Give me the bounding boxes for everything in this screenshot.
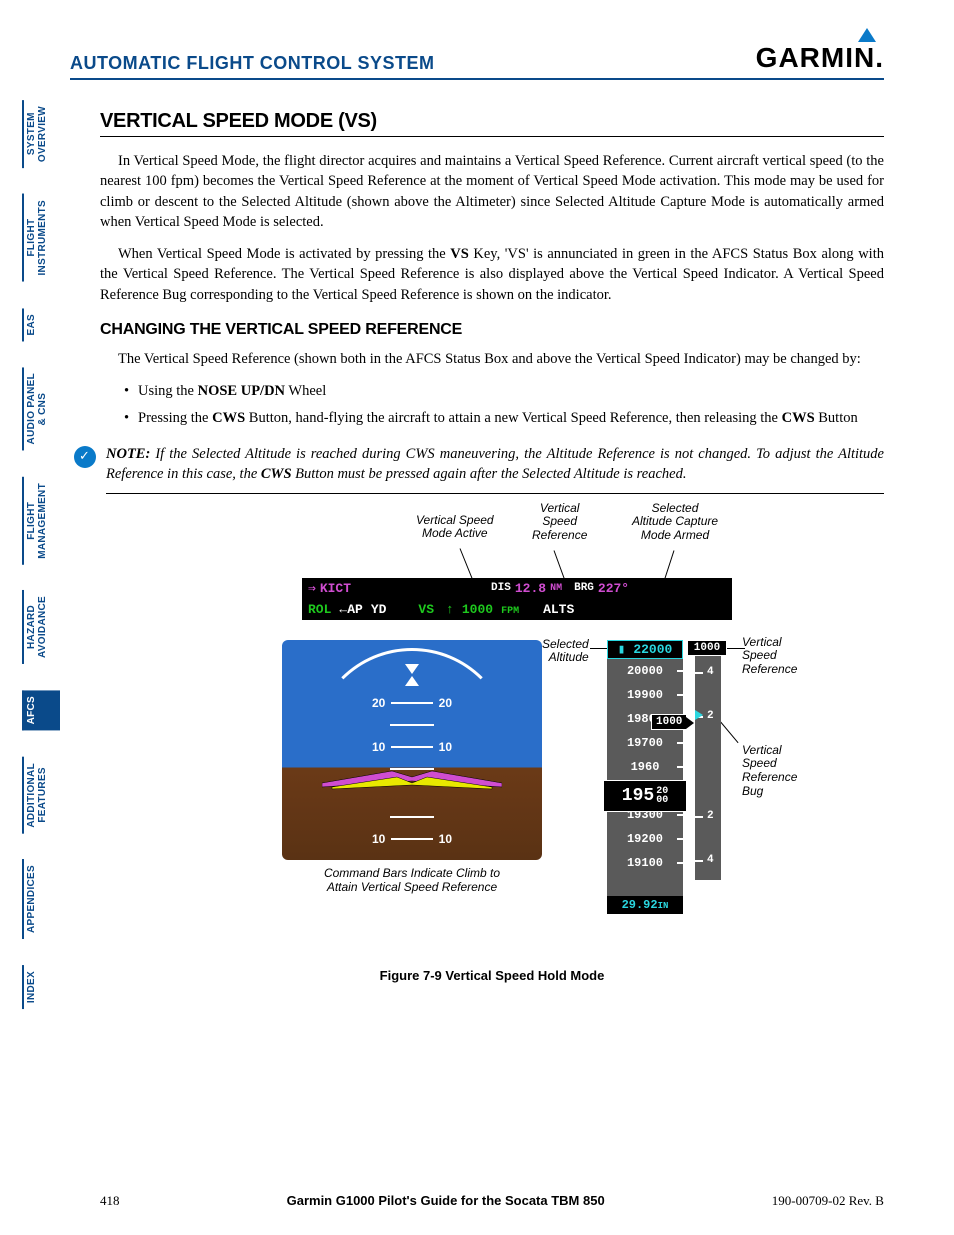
alt-tape-row: 19100 [607,851,683,875]
bullet-cws: Pressing the CWS Button, hand-flying the… [124,408,884,428]
vertical-speed-indicator: 1000 4 2 2 4 1000 [687,640,727,890]
afcs-top-row: ⇒ KICT DIS 12.8NM BRG 227° [302,578,732,599]
callout-vs-mode-active: Vertical SpeedMode Active [416,514,494,542]
page-number: 418 [100,1193,120,1209]
alt-tape-row: 19900 [607,683,683,707]
sidebar-tab[interactable]: FLIGHTINSTRUMENTS [22,194,60,282]
vsi-scale: 4 2 2 4 1000 [695,656,721,880]
figure-caption: Figure 7-9 Vertical Speed Hold Mode [100,968,884,983]
paragraph-3: The Vertical Speed Reference (shown both… [100,349,884,369]
vsi-bug-icon [695,710,703,720]
main-content: VERTICAL SPEED MODE (VS) In Vertical Spe… [100,110,884,983]
sidebar-tab[interactable]: HAZARDAVOIDANCE [22,590,60,664]
sidebar-tab[interactable]: EAS [22,308,60,341]
heading-vs-mode: VERTICAL SPEED MODE (VS) [100,110,884,137]
callout-command-bars: Command Bars Indicate Climb toAttain Ver… [282,866,542,895]
sidebar-tab[interactable]: AUDIO PANEL& CNS [22,367,60,450]
sidebar-tab[interactable]: INDEX [22,965,60,1009]
paragraph-2: When Vertical Speed Mode is activated by… [100,244,884,305]
attitude-indicator: 2020 1010 1010 [282,640,542,860]
alt-tape-row: 19700 [607,731,683,755]
sidebar-tab[interactable]: APPENDICES [22,859,60,939]
altitude-readout: 195 2000 [603,780,687,812]
afcs-status-bar: ⇒ KICT DIS 12.8NM BRG 227° ROL ←AP YD VS… [302,578,732,620]
leader-line [725,648,745,649]
note-block: NOTE: If the Selected Altitude is reache… [74,444,884,494]
paragraph-1: In Vertical Speed Mode, the flight direc… [100,151,884,232]
page-footer: 418 Garmin G1000 Pilot's Guide for the S… [100,1193,884,1209]
note-icon [74,446,96,468]
footer-revision: 190-00709-02 Rev. B [772,1193,884,1209]
diagram: Vertical SpeedMode Active VerticalSpeedR… [212,508,772,958]
afcs-bottom-row: ROL ←AP YD VS ↑1000FPM ALTS [302,599,732,620]
heading-changing-vs-ref: CHANGING THE VERTICAL SPEED REFERENCE [100,321,884,339]
section-title: AUTOMATIC FLIGHT CONTROL SYSTEM [70,53,435,74]
altitude-tape: ▮ 22000 20000199001980019700196019400193… [607,640,683,914]
vsi-pointer: 1000 [651,714,687,730]
callout-vs-reference: VerticalSpeedReference [532,502,587,543]
logo-triangle-icon [858,28,876,42]
callout-selected-alt: SelectedAltitude [542,638,589,666]
callout-alts-armed: SelectedAltitude CaptureMode Armed [632,502,718,543]
selected-altitude-box: ▮ 22000 [607,640,683,659]
page-header: AUTOMATIC FLIGHT CONTROL SYSTEM GARMIN. [70,42,884,80]
alt-tape-row: 20000 [607,659,683,683]
callout-vs-ref-right: VerticalSpeedReference [742,636,797,677]
alt-tape-row: 19200 [607,827,683,851]
command-bars-icon [322,767,502,779]
note-text: NOTE: If the Selected Altitude is reache… [106,444,884,494]
footer-title: Garmin G1000 Pilot's Guide for the Socat… [287,1193,605,1209]
bullet-list: Using the NOSE UP/DN Wheel Pressing the … [124,381,884,428]
sidebar-tab[interactable]: ADDITIONALFEATURES [22,757,60,834]
alt-tape-row: 1960 [607,755,683,779]
garmin-logo: GARMIN. [756,42,884,74]
baro-setting: 29.92IN [607,896,683,914]
vsi-reference-box: 1000 [687,640,727,656]
sidebar-tab[interactable]: FLIGHTMANAGEMENT [22,477,60,565]
bullet-nose-updn: Using the NOSE UP/DN Wheel [124,381,884,401]
sidebar-tab[interactable]: AFCS [22,690,60,730]
sidebar-tab[interactable]: SYSTEMOVERVIEW [22,100,60,168]
figure-7-9: Vertical SpeedMode Active VerticalSpeedR… [100,508,884,983]
callout-vs-ref-bug: VerticalSpeedReferenceBug [742,744,797,799]
sidebar-nav: SYSTEMOVERVIEW FLIGHTINSTRUMENTS EAS AUDIO … [22,100,60,1010]
